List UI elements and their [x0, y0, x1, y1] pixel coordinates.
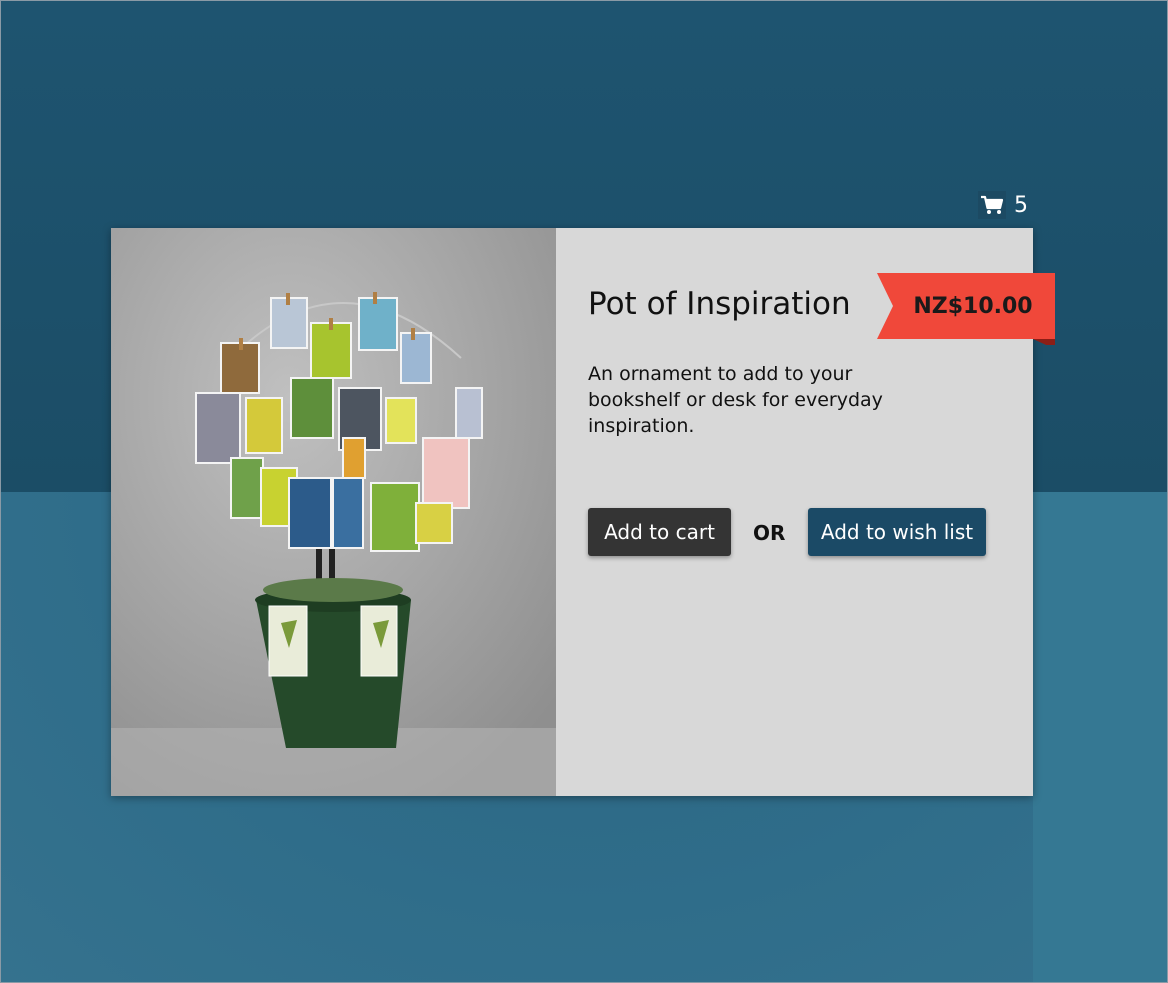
- window-frame: [0, 0, 1168, 983]
